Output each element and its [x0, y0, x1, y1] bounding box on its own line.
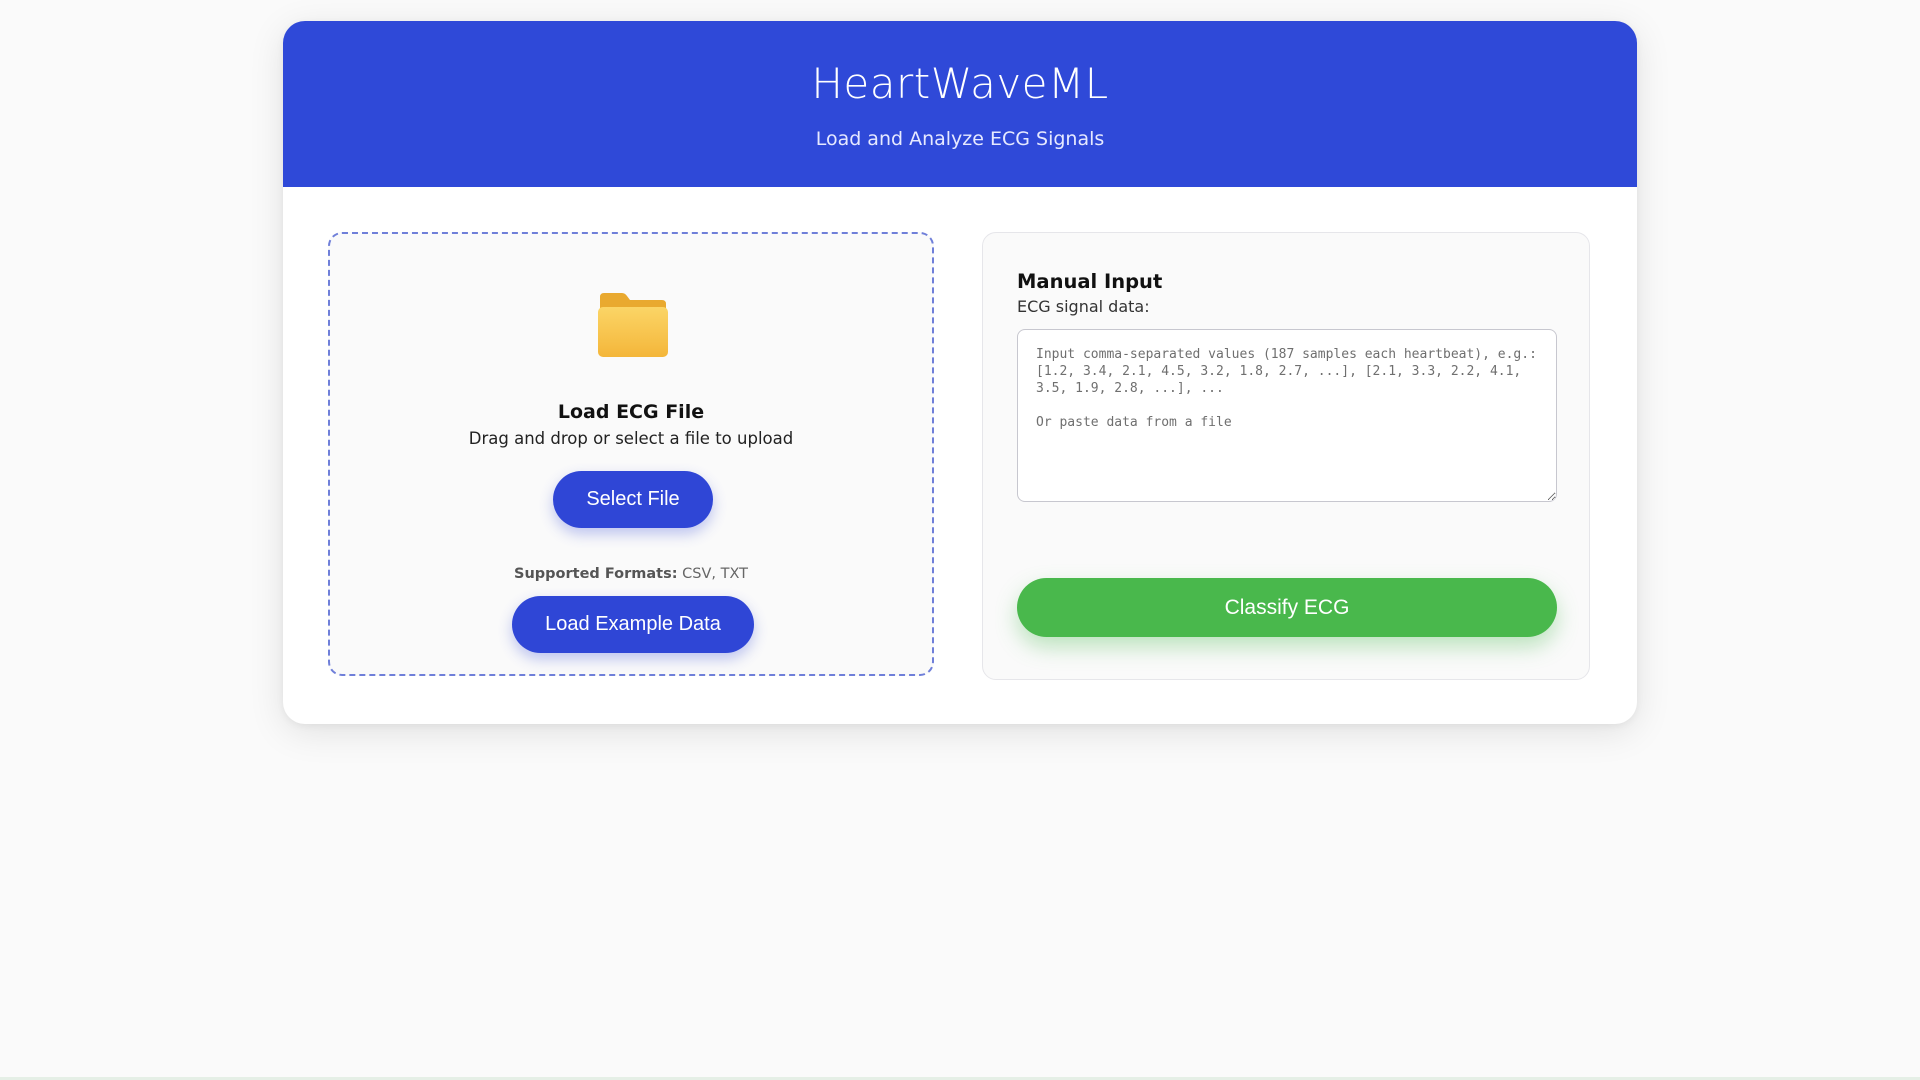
supported-formats-label: Supported Formats:: [514, 566, 678, 582]
manual-input-title: Manual Input: [1017, 270, 1163, 293]
app-header: HeartWaveML Load and Analyze ECG Signals: [283, 21, 1637, 187]
select-file-button[interactable]: Select File: [553, 471, 713, 528]
app-title: HeartWaveML: [811, 59, 1109, 108]
load-example-data-button[interactable]: Load Example Data: [512, 596, 754, 653]
app-subtitle: Load and Analyze ECG Signals: [815, 128, 1105, 150]
folder-icon: [596, 291, 670, 359]
page: HeartWaveML Load and Analyze ECG Signals…: [0, 0, 1920, 1080]
ecg-signal-label: ECG signal data:: [1017, 297, 1150, 316]
main-card: HeartWaveML Load and Analyze ECG Signals…: [283, 21, 1637, 724]
supported-formats-value: CSV, TXT: [677, 566, 748, 582]
upload-title: Load ECG File: [557, 401, 705, 423]
classify-ecg-button[interactable]: Classify ECG: [1017, 578, 1557, 637]
ecg-signal-textarea[interactable]: [1017, 329, 1557, 502]
upload-hint: Drag and drop or select a file to upload: [468, 429, 794, 448]
file-drop-zone[interactable]: Load ECG File Drag and drop or select a …: [328, 232, 934, 676]
manual-input-panel: Manual Input ECG signal data: Classify E…: [982, 232, 1590, 680]
supported-formats: Supported Formats: CSV, TXT: [330, 566, 932, 582]
